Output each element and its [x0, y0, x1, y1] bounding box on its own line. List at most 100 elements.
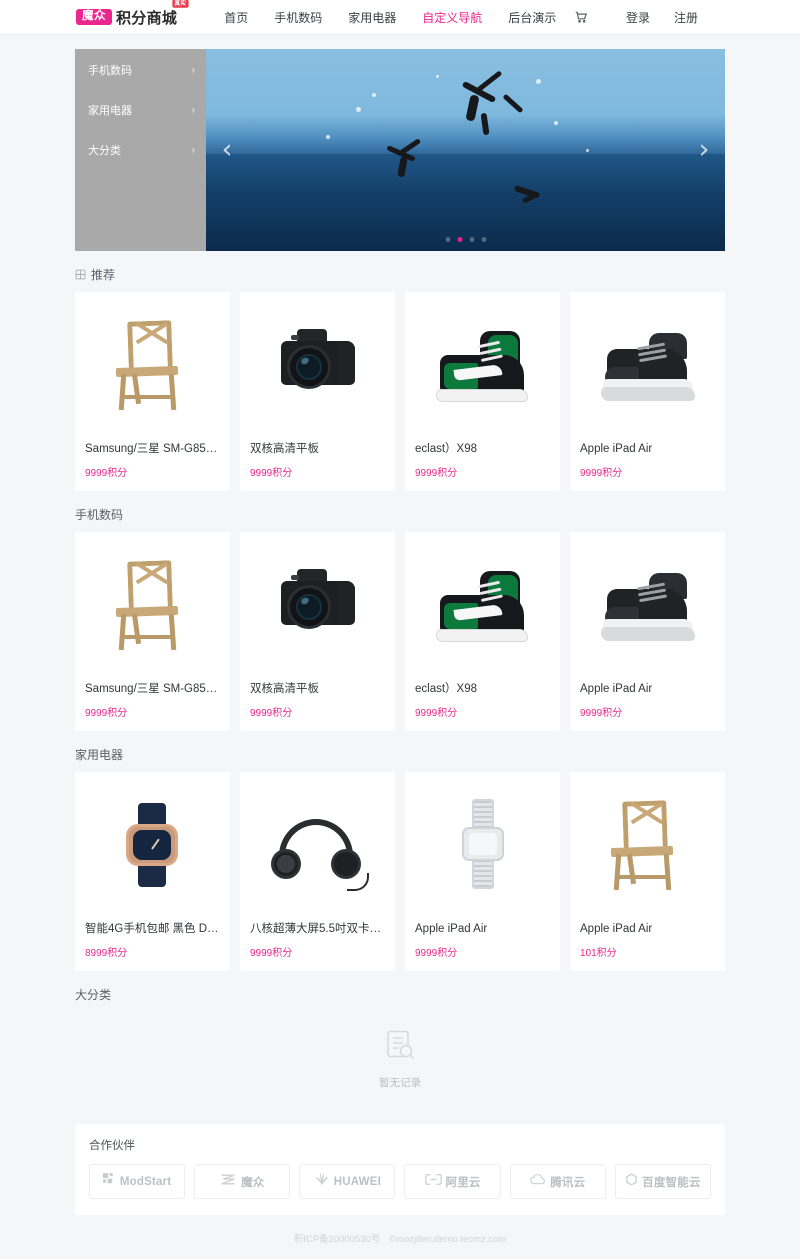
- section-title-big-category: 大分类: [75, 986, 725, 1003]
- product-grid-home-appliance: 智能4G手机包邮 黑色 D-LT... 8999积分 八核超薄大屏5.5吋双卡手…: [75, 772, 725, 972]
- product-card[interactable]: Apple iPad Air 9999积分: [570, 292, 725, 492]
- product-price: 101积分: [580, 948, 617, 960]
- product-image: [570, 772, 725, 914]
- partner-grid: ModStart 魔众 HUAWEI 阿里云 腾讯云 百度智能云: [89, 1164, 711, 1200]
- product-title: Apple iPad Air: [580, 683, 653, 696]
- product-image: [405, 292, 560, 434]
- site-header: 魔众 积分商城 真实 首页 手机数码 家用电器 自定义导航 后台演示 登录 注册: [0, 0, 800, 35]
- product-price: 9999积分: [85, 468, 128, 480]
- chevron-right-icon: ›: [191, 104, 195, 116]
- nav-item-home[interactable]: 首页: [211, 9, 261, 26]
- empty-document-search-icon: [385, 1029, 415, 1066]
- water-splash: [586, 149, 589, 152]
- product-card[interactable]: 智能4G手机包邮 黑色 D-LT... 8999积分: [75, 772, 230, 972]
- brand-logo[interactable]: 魔众 积分商城 真实: [76, 0, 188, 28]
- product-title: eclast）X98: [415, 683, 478, 696]
- product-title: 八核超薄大屏5.5吋双卡手机...: [250, 923, 385, 936]
- bird-shape: [502, 93, 524, 114]
- partner-huawei[interactable]: HUAWEI: [299, 1164, 396, 1200]
- water-splash: [554, 121, 558, 125]
- nav-item-custom-nav[interactable]: 自定义导航: [409, 9, 495, 26]
- page-content: 手机数码 › 家用电器 › 大分类 › ‹ › 推荐 Samsung/三星 SM…: [75, 35, 725, 1259]
- section-label: 推荐: [91, 268, 116, 282]
- band-watch-art: [428, 791, 538, 896]
- carousel-dot[interactable]: [445, 237, 450, 242]
- mozhong-icon: [220, 1173, 237, 1191]
- sidebar-item-mobile-digital[interactable]: 手机数码 ›: [75, 57, 206, 83]
- partner-mozhong[interactable]: 魔众: [194, 1164, 291, 1200]
- sidebar-item-label: 大分类: [88, 145, 121, 157]
- product-card[interactable]: Apple iPad Air 9999积分: [570, 532, 725, 732]
- chevron-right-icon: ›: [191, 64, 195, 76]
- partner-modstart[interactable]: ModStart: [89, 1164, 186, 1200]
- product-card[interactable]: Samsung/三星 SM-G8508S ... 9999积分: [75, 292, 230, 492]
- carousel-next-arrow[interactable]: ›: [693, 133, 715, 167]
- water-splash: [436, 75, 439, 78]
- sidebar-item-label: 家用电器: [88, 105, 132, 117]
- product-info: Apple iPad Air 101积分: [570, 914, 725, 971]
- carousel-dot[interactable]: [481, 237, 486, 242]
- nav-item-admin-demo[interactable]: 后台演示: [495, 9, 569, 26]
- product-card[interactable]: Apple iPad Air 101积分: [570, 772, 725, 972]
- bird-shape: [465, 94, 480, 122]
- partners-title: 合作伙伴: [89, 1140, 135, 1153]
- product-card[interactable]: Samsung/三星 SM-G8508S ... 9999积分: [75, 532, 230, 732]
- product-price: 8999积分: [85, 948, 128, 960]
- product-card[interactable]: eclast）X98 9999积分: [405, 292, 560, 492]
- sidebar-item-home-appliance[interactable]: 家用电器 ›: [75, 97, 206, 123]
- tencent-cloud-icon: [530, 1173, 546, 1191]
- product-info: 双核高清平板 9999积分: [240, 674, 395, 731]
- product-title: Apple iPad Air: [415, 923, 488, 936]
- bird-shape: [480, 112, 490, 136]
- partner-baidu-cloud[interactable]: 百度智能云: [614, 1164, 711, 1200]
- product-title: Apple iPad Air: [580, 443, 653, 455]
- product-card[interactable]: 双核高清平板 9999积分: [240, 292, 395, 492]
- site-footer: 积ICP备20000530号 ©mozjifen.demo.tecmz.com: [75, 1215, 725, 1259]
- partner-aliyun[interactable]: 阿里云: [404, 1164, 501, 1200]
- partner-tencent-cloud[interactable]: 腾讯云: [509, 1164, 606, 1200]
- brand-superscript-badge: 真实: [172, 0, 188, 8]
- hero-carousel[interactable]: ‹ ›: [206, 49, 725, 251]
- partners-section: 合作伙伴 ModStart 魔众 HUAWEI 阿里云 腾讯云 百度智能云: [75, 1124, 725, 1216]
- banner-row: 手机数码 › 家用电器 › 大分类 › ‹ ›: [75, 49, 725, 251]
- carousel-dot-active[interactable]: [457, 237, 462, 242]
- product-image: [75, 292, 230, 434]
- carousel-prev-arrow[interactable]: ‹: [216, 133, 238, 167]
- copyright-text: ©mozjifen.demo.tecmz.com: [388, 1234, 507, 1246]
- product-card[interactable]: 双核高清平板 9999积分: [240, 532, 395, 732]
- product-card[interactable]: eclast）X98 9999积分: [405, 532, 560, 732]
- product-image: [240, 532, 395, 674]
- product-info: Apple iPad Air 9999积分: [570, 674, 725, 731]
- chair-art: [98, 311, 208, 416]
- chair-art: [593, 791, 703, 896]
- product-price: 9999积分: [415, 708, 458, 720]
- product-info: 智能4G手机包邮 黑色 D-LT... 8999积分: [75, 914, 230, 971]
- nav-item-home-appliance[interactable]: 家用电器: [335, 9, 409, 26]
- water-splash: [356, 107, 361, 112]
- product-card[interactable]: Apple iPad Air 9999积分: [405, 772, 560, 972]
- icp-record[interactable]: 积ICP备20000530号: [294, 1234, 381, 1245]
- water-splash: [326, 135, 330, 139]
- login-link[interactable]: 登录: [614, 9, 662, 26]
- sidebar-item-big-category[interactable]: 大分类 ›: [75, 137, 206, 163]
- product-image: [75, 772, 230, 914]
- register-link[interactable]: 注册: [662, 9, 710, 26]
- section-title-home-appliance: 家用电器: [75, 746, 725, 763]
- partner-label: 腾讯云: [550, 1176, 586, 1189]
- product-card[interactable]: 八核超薄大屏5.5吋双卡手机... 9999积分: [240, 772, 395, 972]
- product-image: [570, 292, 725, 434]
- product-price: 9999积分: [580, 708, 623, 720]
- product-info: eclast）X98 9999积分: [405, 674, 560, 731]
- product-info: Samsung/三星 SM-G8508S ... 9999积分: [75, 434, 230, 491]
- sidebar-item-label: 手机数码: [88, 65, 132, 77]
- product-info: Apple iPad Air 9999积分: [570, 434, 725, 491]
- product-price: 9999积分: [85, 708, 128, 720]
- chair-art: [98, 551, 208, 656]
- carousel-dot[interactable]: [469, 237, 474, 242]
- cart-icon[interactable]: [574, 10, 588, 24]
- product-title: 智能4G手机包邮 黑色 D-LT...: [85, 923, 220, 936]
- bird-shape: [475, 70, 503, 93]
- nav-item-mobile-digital[interactable]: 手机数码: [261, 9, 335, 26]
- product-title: Apple iPad Air: [580, 923, 653, 936]
- water-splash: [372, 93, 376, 97]
